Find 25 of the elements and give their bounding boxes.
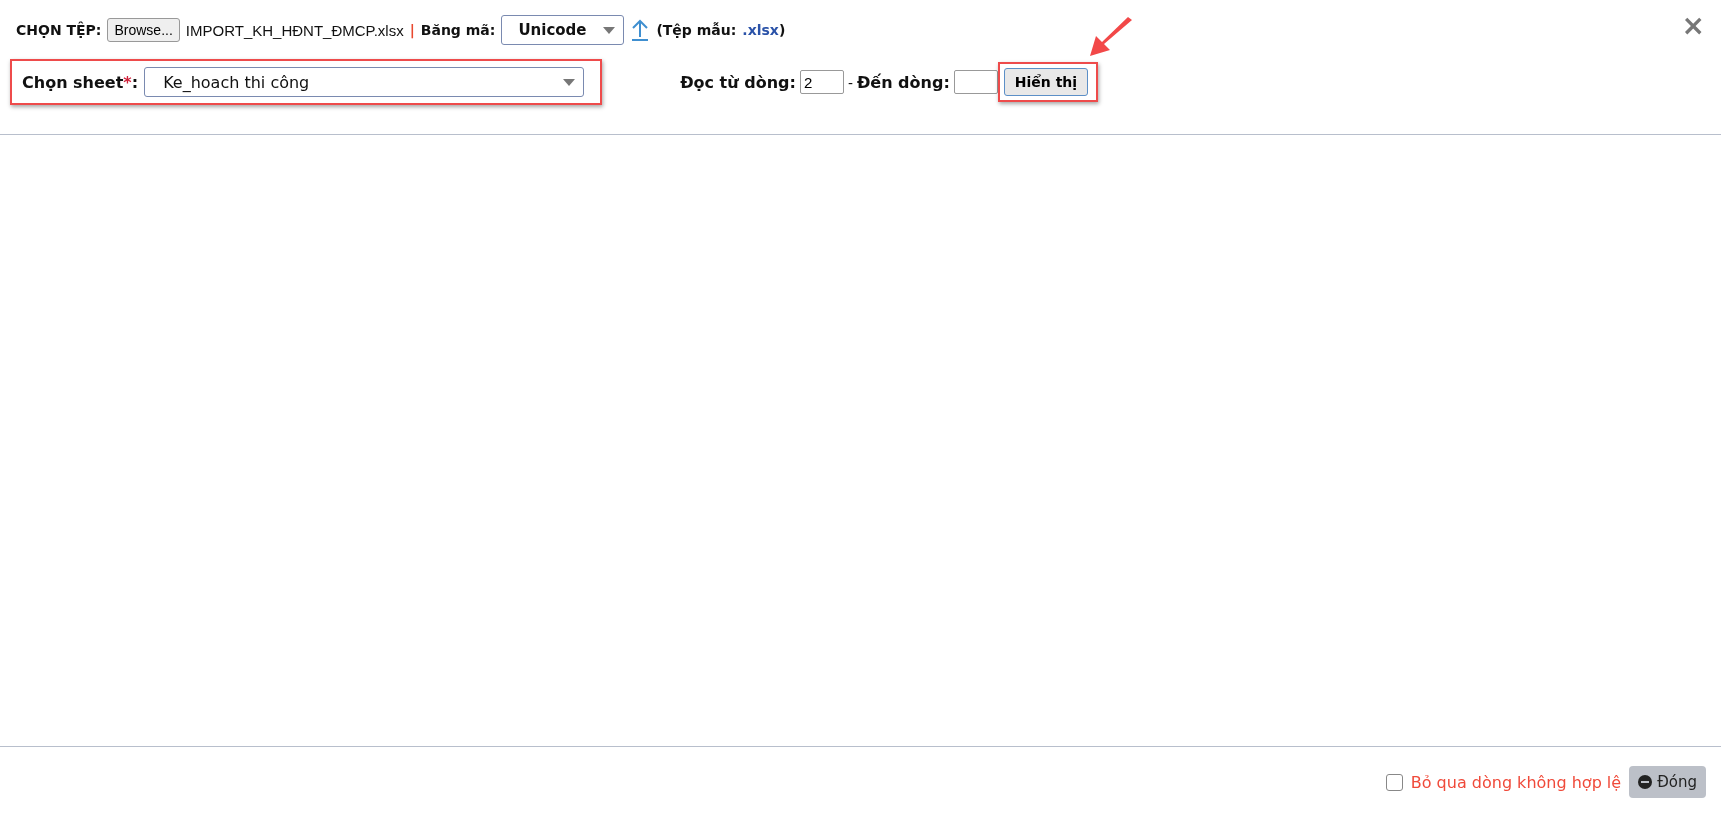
- sheet-select[interactable]: Ke_hoach thi công: [144, 67, 585, 97]
- show-button[interactable]: Hiển thị: [1003, 68, 1089, 96]
- checkbox[interactable]: [1385, 773, 1403, 791]
- dash: -: [847, 73, 853, 91]
- to-row-label: Đến dòng:: [856, 72, 950, 92]
- to-row-field[interactable]: [953, 70, 998, 94]
- template-link[interactable]: .xlsx: [742, 22, 779, 38]
- minus-circle-icon: [1638, 775, 1653, 789]
- browse-button[interactable]: Browse...: [107, 18, 180, 42]
- file-name: IMPORT_KH_HĐNT_ĐMCP.xlsx: [185, 21, 404, 39]
- template-close: ): [778, 22, 786, 38]
- upload-icon[interactable]: [630, 19, 651, 41]
- template-label: (Tệp mẫu:: [656, 22, 737, 38]
- caret-icon: [603, 26, 616, 34]
- encoding-label: Băng mã:: [420, 22, 496, 38]
- file-label: CHỌN TỆP:: [16, 22, 102, 38]
- separator: |: [409, 22, 415, 38]
- caret-icon: [563, 78, 576, 86]
- close-button[interactable]: Đóng: [1629, 766, 1706, 798]
- close-icon[interactable]: ×: [1681, 12, 1705, 40]
- checkbox-label: Bỏ qua dòng không hợp lệ: [1410, 772, 1622, 792]
- sheet-label: Chọn sheet*:: [22, 72, 139, 92]
- from-row-field[interactable]: 2: [799, 70, 844, 94]
- encoding-select[interactable]: Unicode: [501, 15, 625, 45]
- from-row-label: Đọc từ dòng:: [680, 72, 796, 92]
